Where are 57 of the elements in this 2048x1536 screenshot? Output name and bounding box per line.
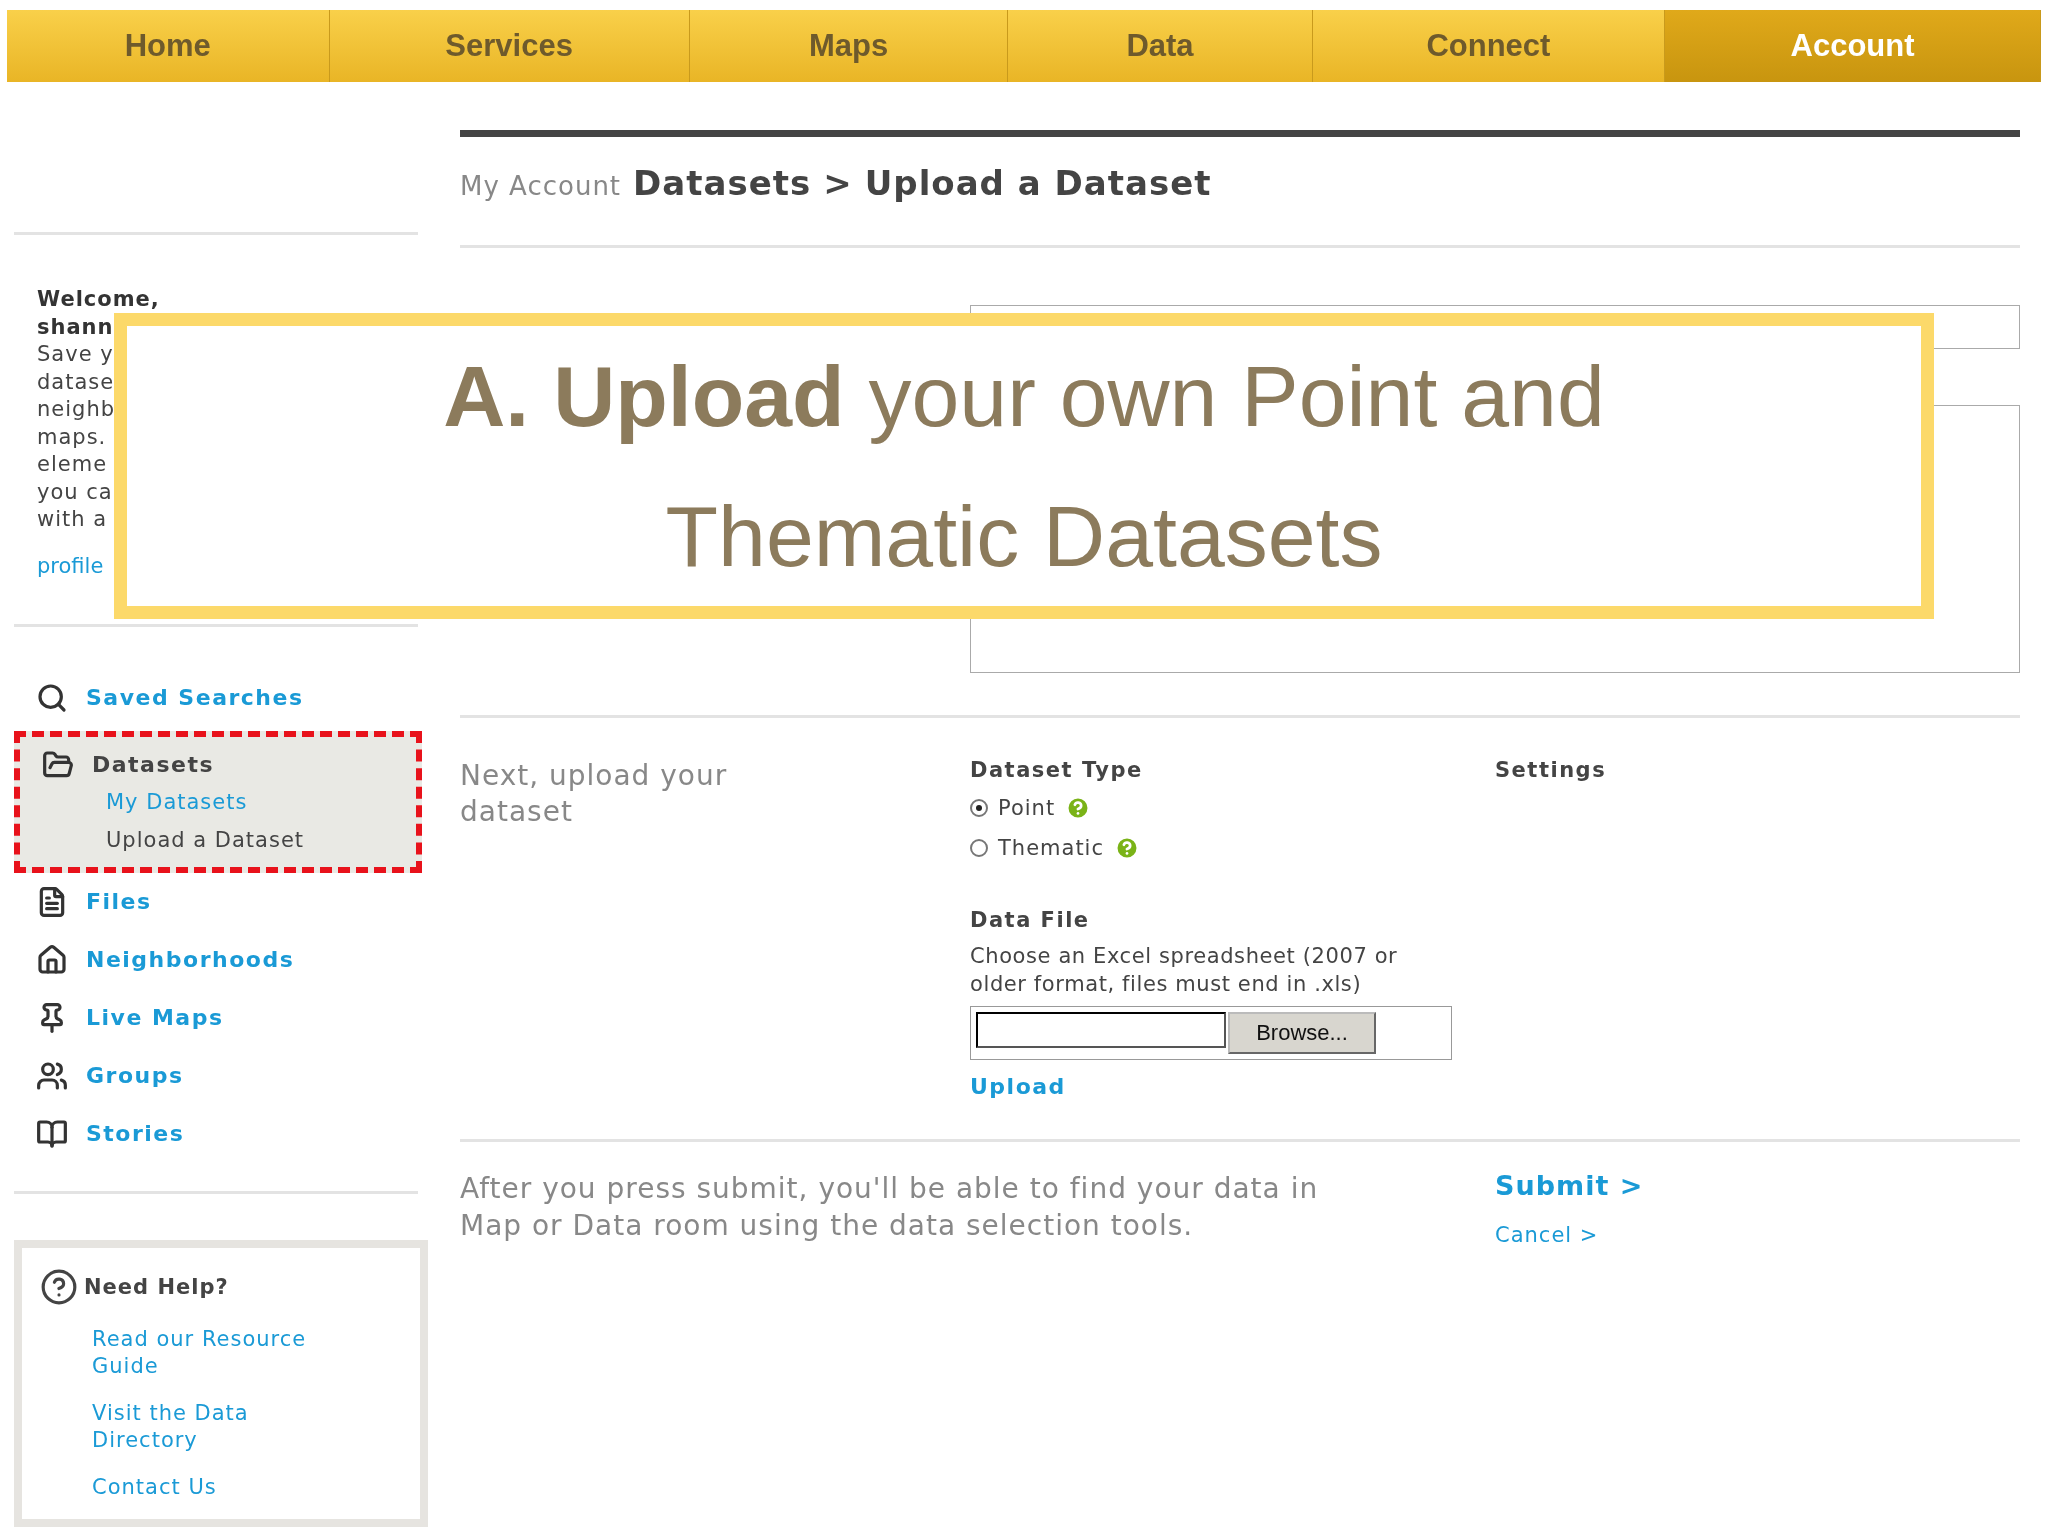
- question-icon: [40, 1267, 78, 1306]
- search-icon: [36, 681, 68, 714]
- sidebar-item[interactable]: Live Maps: [86, 1005, 224, 1030]
- nav-tab[interactable]: Home: [7, 10, 330, 82]
- page-title: Upload a Dataset: [864, 163, 1212, 203]
- welcome-title: shann: [37, 314, 115, 341]
- browse-button[interactable]: Browse...: [1228, 1012, 1376, 1054]
- nav-tab[interactable]: Data: [1008, 10, 1313, 82]
- file-label: Data File: [970, 908, 1091, 932]
- help-link[interactable]: Read our Resource Guide: [92, 1325, 352, 1380]
- help-icon[interactable]: [1114, 835, 1140, 861]
- radio-option[interactable]: Point: [970, 794, 1092, 822]
- type-label: Dataset Type: [970, 758, 1144, 782]
- file-field[interactable]: [976, 1012, 1226, 1048]
- callout-text: Thematic Datasets: [665, 487, 1383, 586]
- welcome-text: datase: [37, 368, 116, 396]
- welcome-text: maps.: [37, 423, 108, 451]
- help-link[interactable]: Visit the Data Directory: [92, 1399, 352, 1454]
- nav-tab[interactable]: Maps: [689, 10, 1009, 82]
- submit-note: After you press submit, you'll be able to find your data in Map or Data room using the data selection tools.: [460, 1171, 1320, 1244]
- file-picker[interactable]: Browse...: [970, 1006, 1452, 1060]
- book-icon: [36, 1117, 68, 1150]
- breadcrumb-section: Datasets: [633, 163, 812, 203]
- people-icon: [36, 1059, 68, 1092]
- radio-button[interactable]: [970, 839, 988, 857]
- welcome-text: with a: [37, 506, 109, 533]
- profile-link[interactable]: profile: [37, 551, 104, 580]
- sidebar-subitem[interactable]: My Datasets: [106, 782, 248, 821]
- sidebar-item[interactable]: Datasets: [92, 752, 215, 777]
- welcome-text: you ca: [37, 478, 114, 506]
- house-icon: [36, 943, 68, 976]
- submit-link[interactable]: Submit >: [1495, 1170, 1644, 1201]
- cancel-link[interactable]: Cancel >: [1495, 1223, 1599, 1247]
- settings-label: Settings: [1495, 758, 1608, 782]
- nav-tab[interactable]: Services: [329, 10, 690, 82]
- welcome-text: eleme: [37, 451, 109, 478]
- nav-tab[interactable]: Account: [1665, 10, 2041, 82]
- upload-link[interactable]: Upload: [970, 1074, 1066, 1099]
- sidebar-item[interactable]: Saved Searches: [86, 685, 304, 710]
- help-title: Need Help?: [84, 1274, 229, 1299]
- sidebar-subitem[interactable]: Upload a Dataset: [106, 820, 305, 859]
- sidebar-item[interactable]: Neighborhoods: [86, 947, 295, 972]
- radio-option[interactable]: Thematic: [970, 834, 1140, 862]
- radio-button[interactable]: [970, 799, 988, 817]
- section-intro: Next, upload your dataset: [460, 758, 729, 830]
- welcome-text: Save y: [37, 341, 115, 368]
- welcome-text: neighb: [37, 396, 117, 423]
- sidebar-item[interactable]: Stories: [86, 1121, 185, 1146]
- sidebar-item[interactable]: Files: [86, 889, 152, 914]
- welcome-title: Welcome,: [37, 286, 161, 313]
- nav-tab[interactable]: Connect: [1312, 10, 1666, 82]
- breadcrumb-separator: >: [823, 163, 853, 203]
- help-link[interactable]: Contact Us: [92, 1473, 352, 1501]
- callout-text: A. Upload your own Point and: [443, 347, 1605, 446]
- file-hint: Choose an Excel spreadsheet (2007 or older format, files must end in .xls): [970, 943, 1399, 998]
- sidebar-item[interactable]: Groups: [86, 1063, 184, 1088]
- breadcrumb-link[interactable]: My Account: [460, 171, 622, 201]
